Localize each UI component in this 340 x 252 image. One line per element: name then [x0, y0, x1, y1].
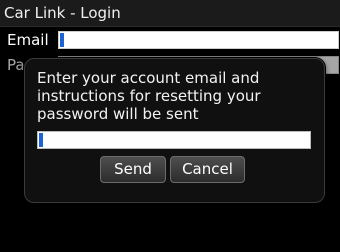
dialog-message: Enter your account email and instruction… [37, 69, 261, 123]
window-title: Car Link - Login [4, 4, 121, 22]
email-label: Email [7, 31, 49, 49]
reset-email-input[interactable] [37, 131, 311, 149]
title-bar: Car Link - Login [0, 0, 340, 27]
cancel-button[interactable]: Cancel [170, 156, 245, 183]
text-caret [60, 33, 64, 47]
send-button[interactable]: Send [100, 156, 166, 183]
email-field[interactable] [58, 31, 339, 49]
email-row: Email [0, 28, 340, 52]
text-caret [39, 133, 43, 147]
reset-password-dialog: Enter your account email and instruction… [24, 58, 325, 203]
